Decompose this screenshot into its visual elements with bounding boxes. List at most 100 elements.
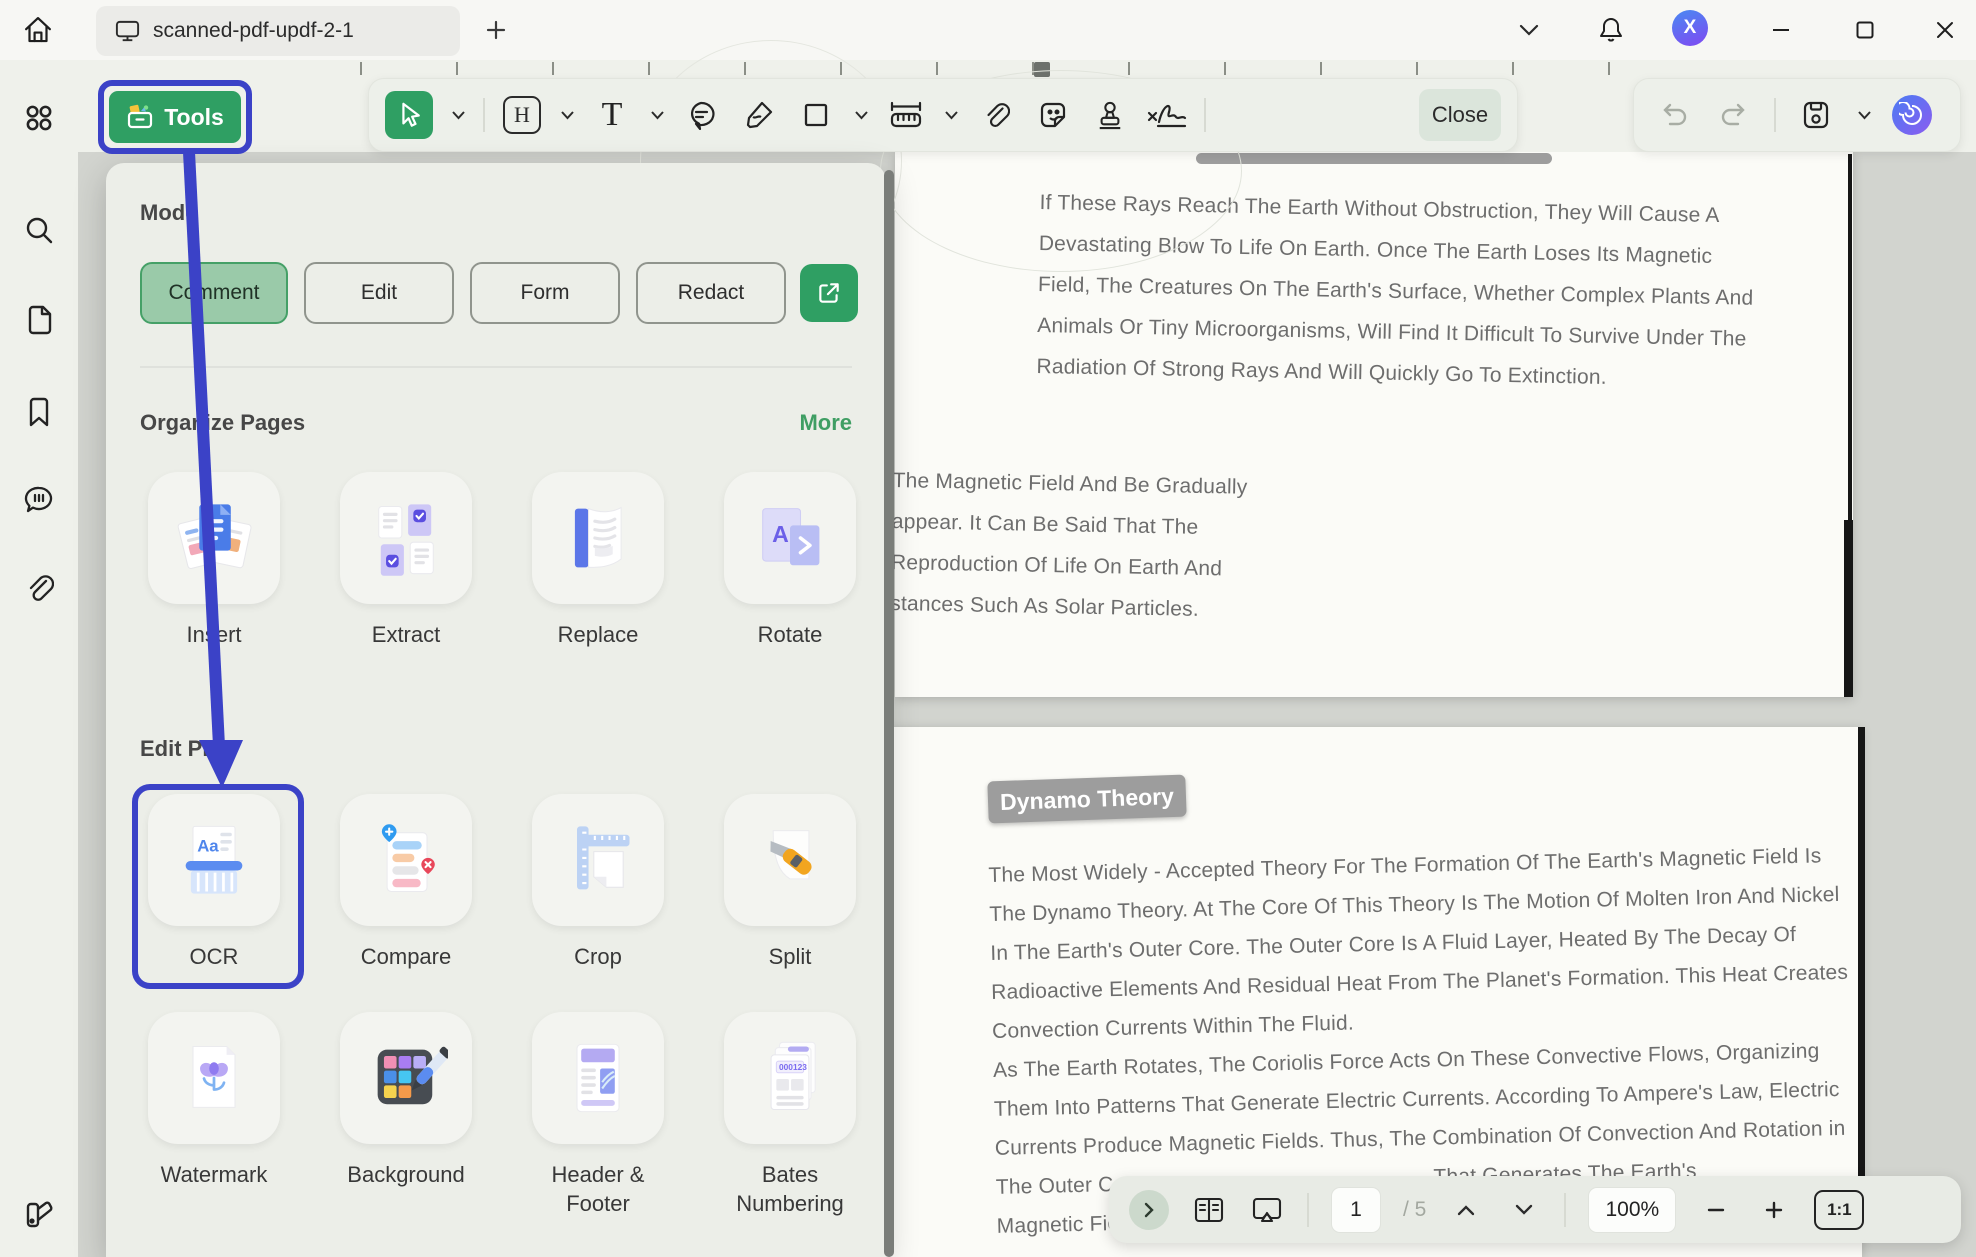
page-number-field[interactable]: 1: [1331, 1187, 1381, 1233]
insert-tile[interactable]: [148, 472, 280, 604]
color-swatches-icon: [22, 1199, 56, 1231]
search-button[interactable]: [19, 210, 59, 250]
svg-text:000123: 000123: [779, 1062, 807, 1072]
document-tab[interactable]: scanned-pdf-updf-2-1: [96, 6, 460, 56]
tab-title: scanned-pdf-updf-2-1: [153, 19, 354, 43]
extract-tile[interactable]: [340, 472, 472, 604]
presentation-mode-button[interactable]: [1249, 1192, 1285, 1228]
bookmarks-button[interactable]: [19, 392, 59, 432]
measure-tool-button[interactable]: [886, 93, 926, 137]
note-bubble-icon: [686, 100, 718, 130]
chevron-right-icon: [1143, 1201, 1155, 1219]
tab-list-dropdown[interactable]: [1510, 11, 1548, 49]
apps-grid-icon: [24, 103, 54, 133]
attach-file-button[interactable]: [976, 93, 1016, 137]
account-avatar[interactable]: X: [1672, 10, 1708, 46]
split-tile[interactable]: [724, 794, 856, 926]
toolbar-divider: [1774, 98, 1776, 132]
background-label: Background: [326, 1160, 486, 1189]
sticky-note-button[interactable]: [682, 93, 722, 137]
replace-tile[interactable]: [532, 472, 664, 604]
signature-button[interactable]: [1147, 93, 1187, 137]
text-tool-button[interactable]: T: [592, 93, 632, 137]
apps-grid-button[interactable]: [19, 98, 59, 138]
rotate-tile[interactable]: A: [724, 472, 856, 604]
maximize-button[interactable]: [1846, 11, 1884, 49]
zoom-out-button[interactable]: [1698, 1192, 1734, 1228]
one-to-one-label: 1:1: [1827, 1200, 1852, 1220]
watermark-tile[interactable]: [148, 1012, 280, 1144]
attachments-button[interactable]: [19, 568, 59, 608]
save-dropdown[interactable]: [1856, 93, 1872, 137]
stamp-button[interactable]: [1090, 93, 1130, 137]
sticker-icon: [1038, 100, 1068, 130]
select-tool-button[interactable]: [385, 91, 433, 139]
highlight-tool-dropdown[interactable]: [559, 93, 575, 137]
open-mode-button[interactable]: [800, 264, 858, 322]
new-tab-button[interactable]: [478, 12, 514, 48]
compare-label: Compare: [326, 942, 486, 971]
next-page-button[interactable]: [1506, 1192, 1542, 1228]
plus-icon: [1764, 1200, 1784, 1220]
page-layout-button[interactable]: [1191, 1192, 1227, 1228]
crop-label: Crop: [518, 942, 678, 971]
select-tool-dropdown[interactable]: [450, 93, 466, 137]
ai-assistant-button[interactable]: [1892, 95, 1932, 135]
compare-tile[interactable]: [340, 794, 472, 926]
comments-list-button[interactable]: [19, 480, 59, 520]
text-tool-dropdown[interactable]: [649, 93, 665, 137]
minimize-button[interactable]: [1762, 11, 1800, 49]
title-bar: scanned-pdf-updf-2-1 X: [0, 0, 1976, 60]
mode-comment-button[interactable]: Comment: [140, 262, 288, 324]
notifications-button[interactable]: [1592, 11, 1630, 49]
undo-button[interactable]: [1654, 93, 1694, 137]
watermark-icon: [172, 1036, 256, 1120]
redo-button[interactable]: [1714, 93, 1754, 137]
insert-icon: [172, 496, 256, 580]
svg-text:A: A: [772, 521, 789, 547]
background-tile[interactable]: [340, 1012, 472, 1144]
document-text-line: The Magnetic Field And Be Gradually: [892, 460, 1248, 508]
highlight-tool-button[interactable]: H: [502, 93, 542, 137]
paperclip-icon: [24, 572, 54, 604]
save-button[interactable]: [1796, 93, 1836, 137]
mode-form-button[interactable]: Form: [470, 262, 620, 324]
crop-icon: [556, 818, 640, 902]
home-button[interactable]: [16, 8, 60, 52]
organize-more-link[interactable]: More: [772, 410, 852, 436]
shapes-tool-button[interactable]: [796, 93, 836, 137]
page1-heading-bar: [1196, 153, 1552, 164]
highlighter-pen-button[interactable]: [739, 93, 779, 137]
home-icon: [21, 13, 55, 47]
tools-button[interactable]: Tools: [109, 91, 241, 143]
mode-redact-button[interactable]: Redact: [636, 262, 786, 324]
page-total-label: / 5: [1403, 1198, 1426, 1222]
close-tools-button[interactable]: Close: [1419, 89, 1501, 141]
crop-tile[interactable]: [532, 794, 664, 926]
bates-numbering-tile[interactable]: 000123: [724, 1012, 856, 1144]
close-window-button[interactable]: [1926, 11, 1964, 49]
replace-label: Replace: [518, 620, 678, 649]
search-icon: [23, 214, 55, 246]
mode-edit-button[interactable]: Edit: [304, 262, 454, 324]
previous-page-button[interactable]: [1448, 1192, 1484, 1228]
panel-scrollbar[interactable]: [884, 170, 894, 1257]
ruler-icon: [888, 100, 924, 130]
swatches-button[interactable]: [19, 1195, 59, 1235]
pages-thumbnails-button[interactable]: [19, 300, 59, 340]
background-icon: [364, 1036, 448, 1120]
header-footer-tile[interactable]: [532, 1012, 664, 1144]
redo-icon: [1719, 101, 1749, 129]
zoom-in-button[interactable]: [1756, 1192, 1792, 1228]
horizontal-ruler: [360, 62, 1630, 75]
actual-size-button[interactable]: 1:1: [1814, 1190, 1864, 1230]
collapse-bar-button[interactable]: [1129, 1190, 1169, 1230]
shapes-tool-dropdown[interactable]: [853, 93, 869, 137]
sticker-button[interactable]: [1033, 93, 1073, 137]
signature-icon: [1145, 100, 1189, 130]
tools-highlight-box: Tools: [98, 80, 252, 154]
zoom-level-field[interactable]: 100%: [1588, 1187, 1676, 1233]
history-save-toolbar: [1633, 78, 1961, 152]
measure-tool-dropdown[interactable]: [943, 93, 959, 137]
page-navigation-bar: 1 / 5 100% 1:1: [1109, 1176, 1961, 1243]
